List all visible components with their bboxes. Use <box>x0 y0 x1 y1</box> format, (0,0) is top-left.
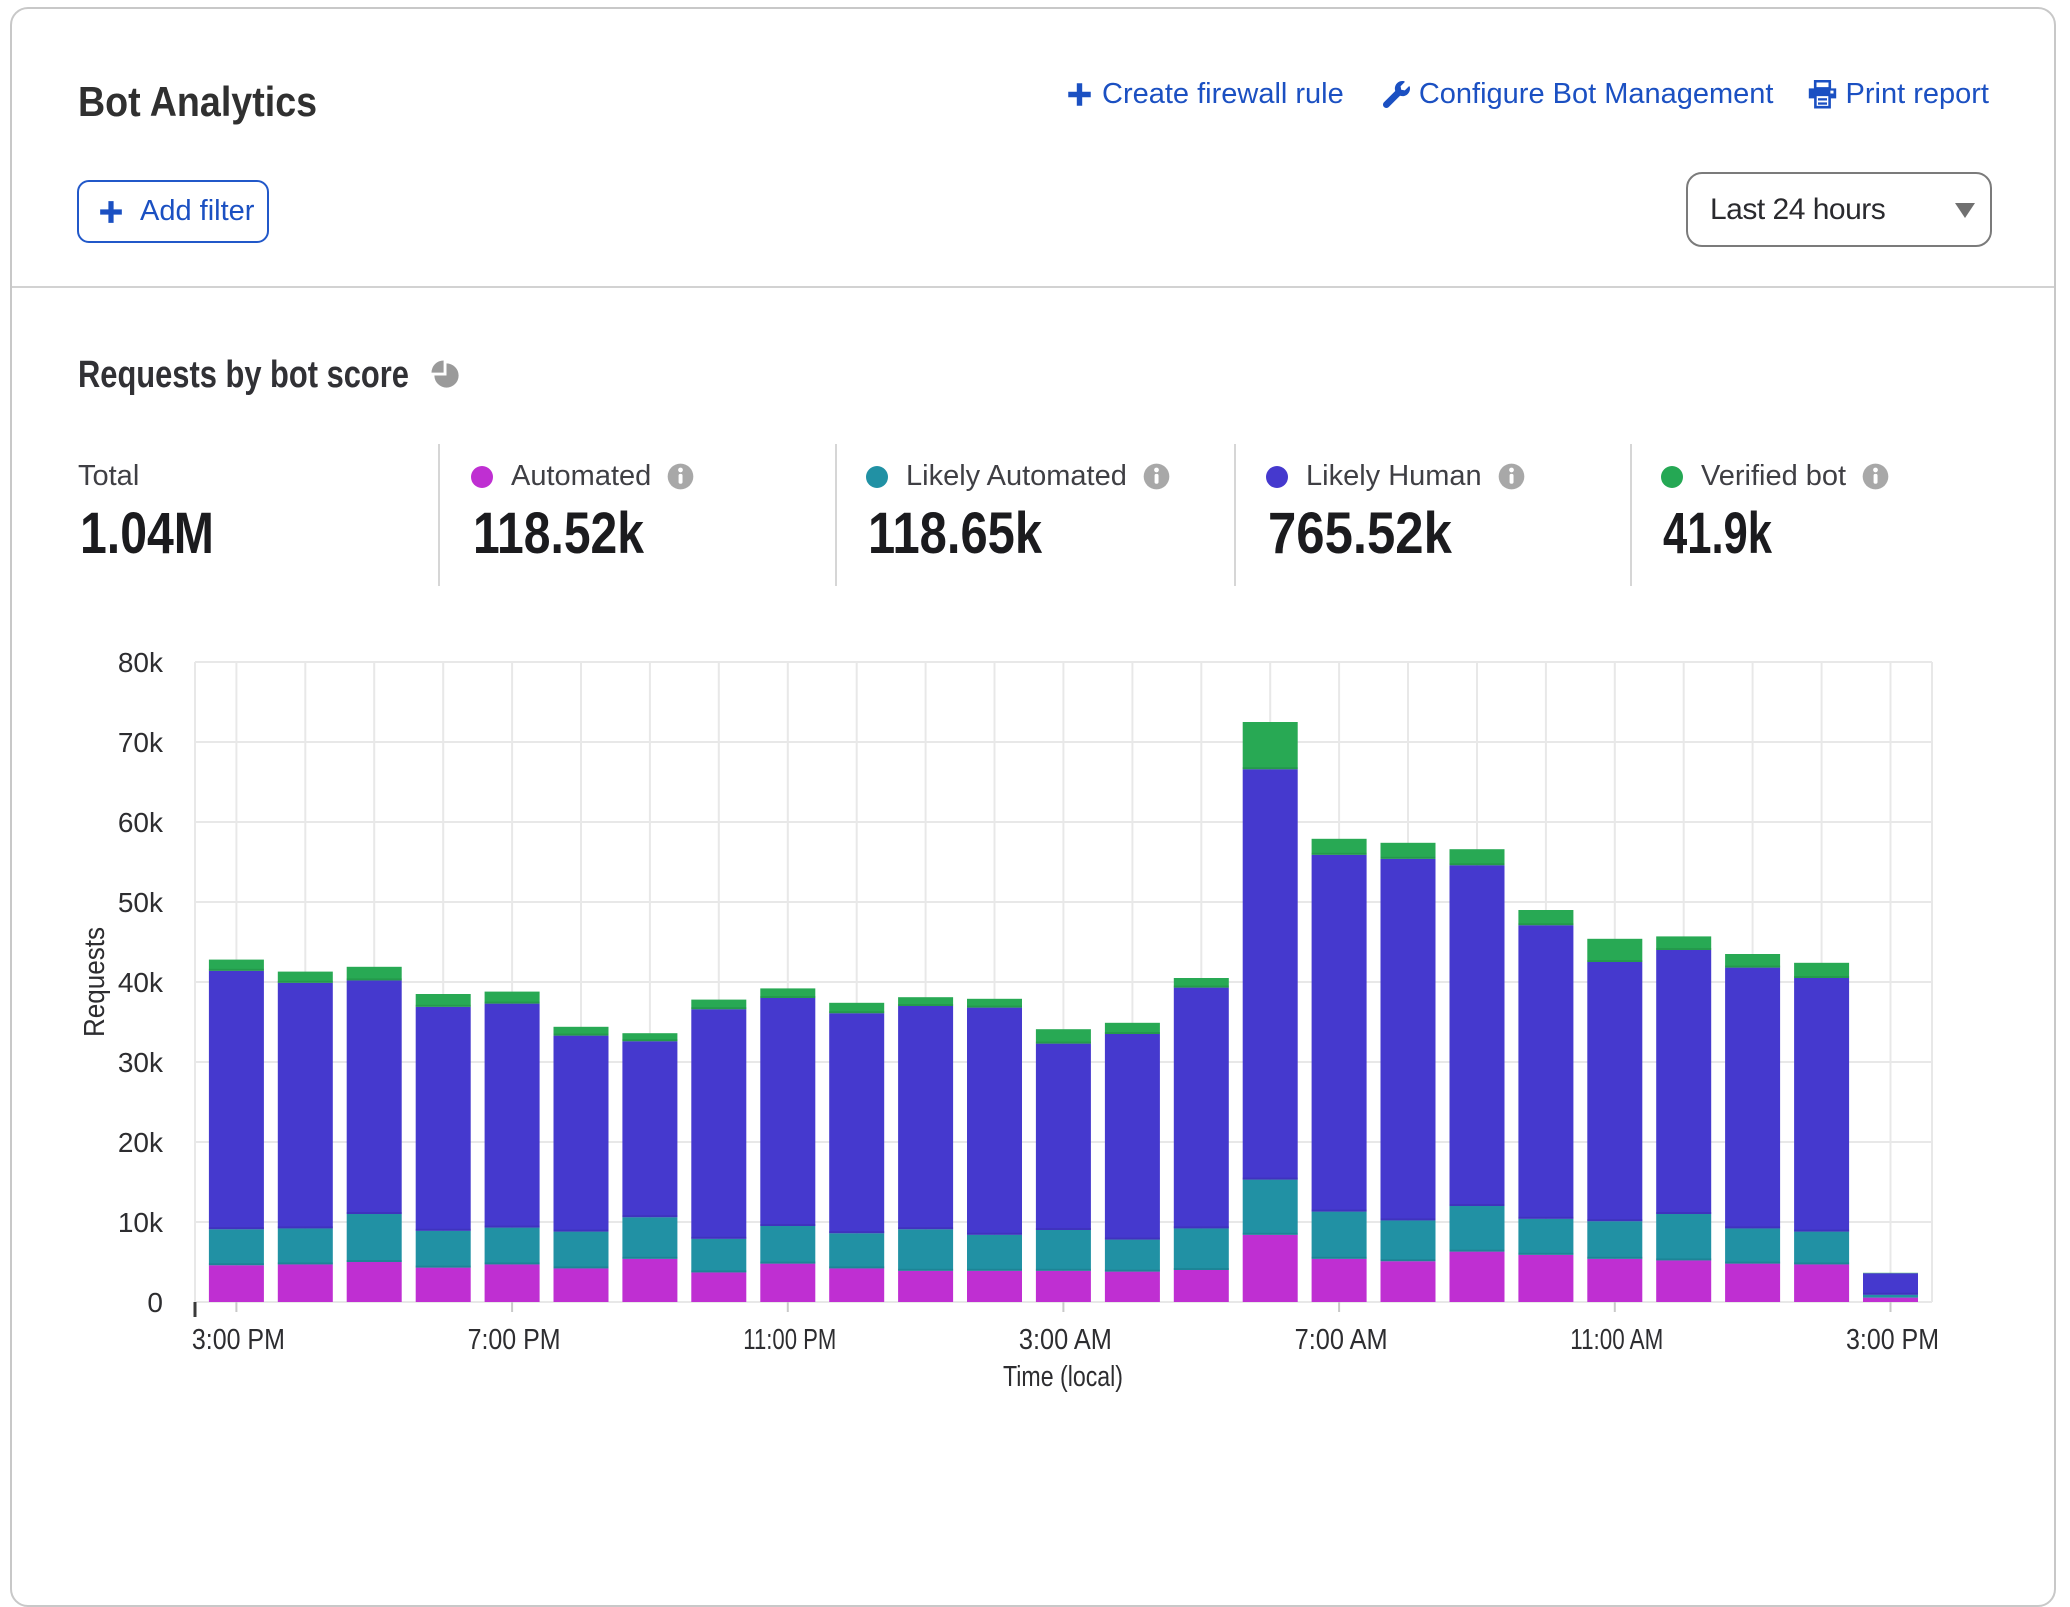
svg-text:7:00 PM: 7:00 PM <box>468 1324 561 1356</box>
svg-text:10k: 10k <box>118 1207 164 1238</box>
svg-text:3:00 PM: 3:00 PM <box>1846 1324 1939 1356</box>
svg-text:11:00 PM: 11:00 PM <box>743 1324 836 1356</box>
svg-text:0: 0 <box>147 1287 163 1318</box>
svg-text:7:00 AM: 7:00 AM <box>1295 1324 1388 1356</box>
svg-text:Requests: Requests <box>79 927 111 1037</box>
svg-text:40k: 40k <box>118 967 164 998</box>
svg-text:50k: 50k <box>118 887 164 918</box>
svg-text:60k: 60k <box>118 807 164 838</box>
svg-text:Time (local): Time (local) <box>1003 1361 1123 1393</box>
svg-text:70k: 70k <box>118 727 164 758</box>
svg-text:11:00 AM: 11:00 AM <box>1570 1324 1663 1356</box>
svg-text:80k: 80k <box>118 647 164 678</box>
svg-text:20k: 20k <box>118 1127 164 1158</box>
svg-text:30k: 30k <box>118 1047 164 1078</box>
svg-text:3:00 AM: 3:00 AM <box>1019 1324 1112 1356</box>
svg-text:3:00 PM: 3:00 PM <box>192 1324 285 1356</box>
